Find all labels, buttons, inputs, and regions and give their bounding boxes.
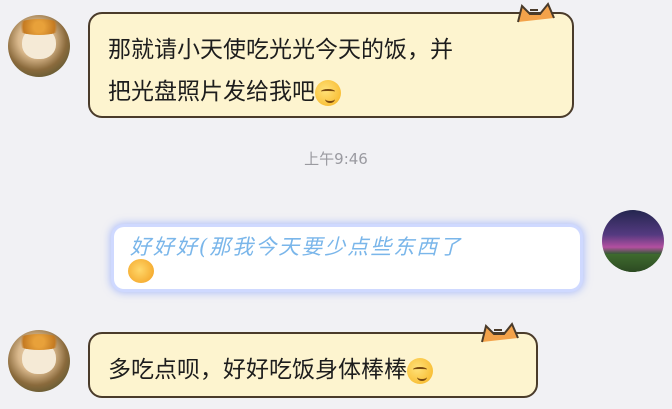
message-text-line: 把光盘照片发给我吧: [108, 72, 554, 106]
message-text-line: 多吃点呗，好好吃饭身体棒棒: [108, 350, 518, 384]
contact-avatar[interactable]: [8, 330, 70, 392]
cat-ear-decoration-icon: [480, 320, 524, 343]
user-avatar[interactable]: [602, 210, 664, 272]
message-text-line: 那就请小天使吃光光今天的饭，并: [108, 37, 453, 63]
message-bubble-received[interactable]: 那就请小天使吃光光今天的饭，并 把光盘照片发给我吧: [88, 2, 574, 118]
message-text: 好好好(那我今天要少点些东西了: [130, 235, 463, 259]
contact-avatar[interactable]: [8, 15, 70, 77]
shy-smile-emoji-icon: [315, 79, 341, 106]
cat-ear-decoration-icon: [516, 0, 560, 23]
timestamp: 上午9:46: [304, 150, 368, 168]
cat-emoji-icon: [128, 259, 154, 283]
message-bubble-sent[interactable]: 好好好(那我今天要少点些东西了: [114, 227, 580, 289]
message-bubble-received[interactable]: 多吃点呗，好好吃饭身体棒棒: [88, 322, 538, 398]
shy-smile-emoji-icon: [407, 357, 433, 384]
